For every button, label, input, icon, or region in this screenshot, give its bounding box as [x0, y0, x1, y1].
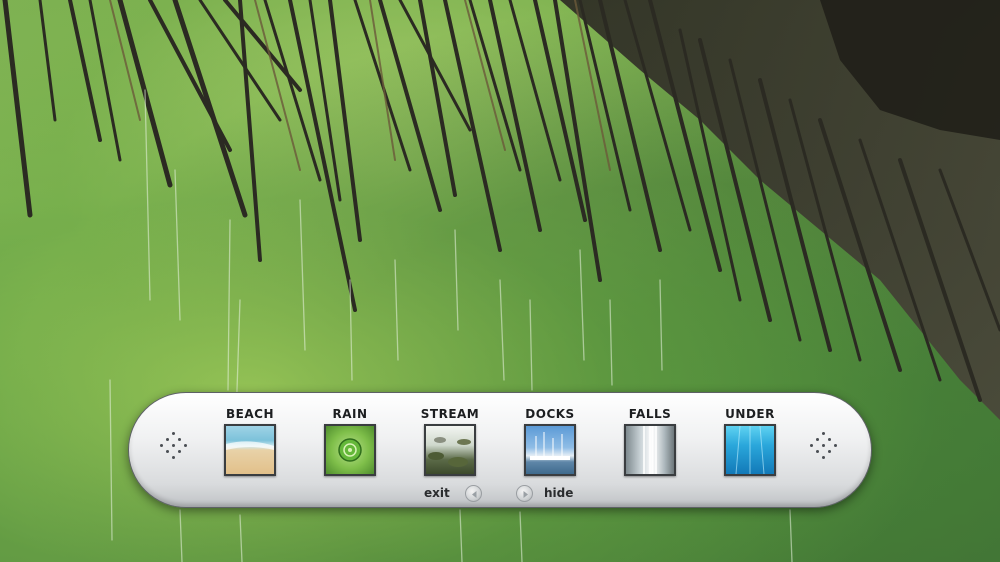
- scene-under-button[interactable]: UNDER: [720, 406, 780, 476]
- grip-dot: [834, 444, 837, 447]
- grip-dot: [166, 438, 169, 441]
- falls-thumbnail-icon: [624, 424, 676, 476]
- beach-thumbnail-icon: [224, 424, 276, 476]
- docks-thumbnail-icon: [524, 424, 576, 476]
- grip-dot: [166, 450, 169, 453]
- grip-dot: [816, 450, 819, 453]
- grip-dot: [822, 444, 825, 447]
- underwater-thumbnail-icon: [724, 424, 776, 476]
- grip-dot: [828, 450, 831, 453]
- hide-button[interactable]: [516, 485, 533, 502]
- arrow-left-icon: [472, 491, 477, 498]
- scene-rain-button[interactable]: RAIN: [320, 406, 380, 476]
- grip-dot: [172, 456, 175, 459]
- grip-dot: [172, 432, 175, 435]
- scene-falls-button[interactable]: FALLS: [620, 406, 680, 476]
- grip-dot: [160, 444, 163, 447]
- arrow-right-icon: [523, 491, 528, 498]
- drag-handle-left[interactable]: [160, 432, 190, 462]
- grip-dot: [172, 444, 175, 447]
- exit-label: exit: [424, 486, 450, 500]
- drag-handle-right[interactable]: [810, 432, 840, 462]
- scene-stream-button[interactable]: STREAM: [420, 406, 480, 476]
- scene-label: STREAM: [420, 407, 480, 421]
- grip-dot: [828, 438, 831, 441]
- scene-label: UNDER: [725, 407, 775, 421]
- grip-dot: [822, 456, 825, 459]
- exit-button[interactable]: [465, 485, 482, 502]
- grip-dot: [822, 432, 825, 435]
- scene-label: BEACH: [226, 407, 274, 421]
- grip-dot: [816, 438, 819, 441]
- stream-thumbnail-icon: [424, 424, 476, 476]
- hide-label: hide: [544, 486, 574, 500]
- scene-label: FALLS: [628, 407, 672, 421]
- grip-dot: [184, 444, 187, 447]
- scene-beach-button[interactable]: BEACH: [220, 406, 280, 476]
- scene-label: DOCKS: [525, 407, 575, 421]
- scene-label: RAIN: [332, 407, 368, 421]
- rain-thumbnail-icon: [324, 424, 376, 476]
- grip-dot: [178, 438, 181, 441]
- grip-dot: [178, 450, 181, 453]
- scene-docks-button[interactable]: DOCKS: [520, 406, 580, 476]
- grip-dot: [810, 444, 813, 447]
